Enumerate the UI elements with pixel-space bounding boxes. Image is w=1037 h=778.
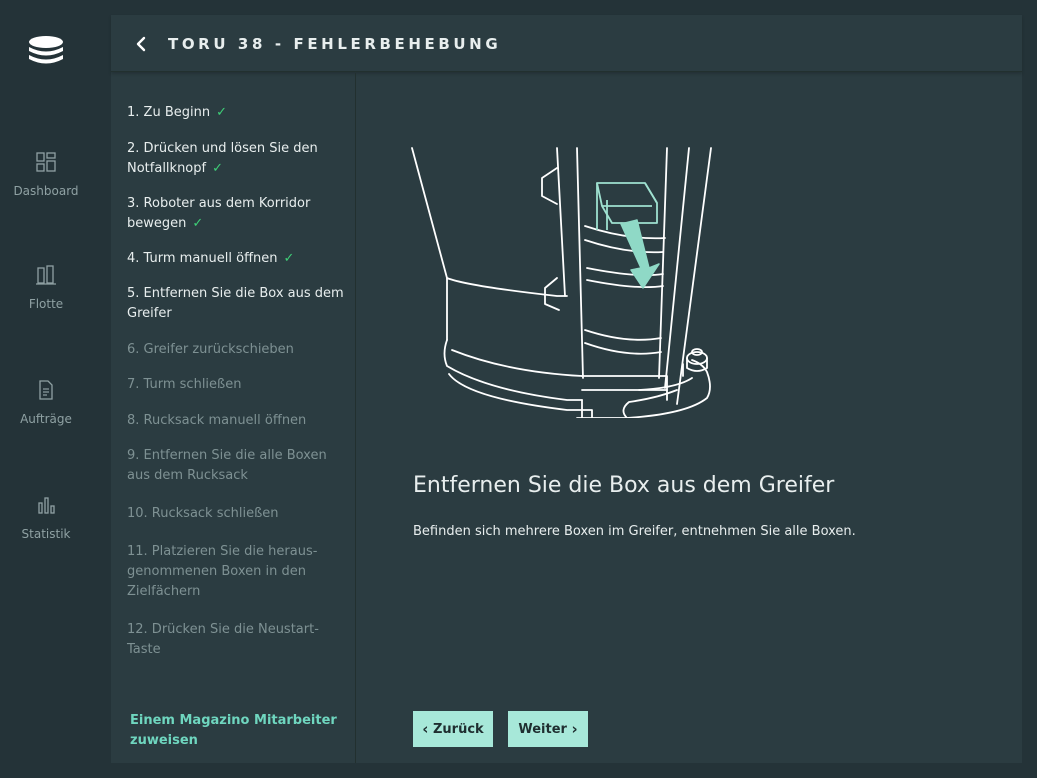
robot-gripper-illustration: [411, 147, 712, 418]
step-item: 12. Drücken Sie die Neustart-Taste: [127, 620, 349, 660]
step-description: Befinden sich mehrere Boxen im Greifer, …: [413, 524, 856, 539]
nav-label-dashboard: Dashboard: [13, 184, 79, 198]
step-item[interactable]: 1. Zu Beginn ✓: [127, 103, 349, 123]
nav-item-dashboard[interactable]: Dashboard: [0, 152, 92, 198]
nav-item-orders[interactable]: Aufträge: [0, 380, 92, 426]
chevron-right-icon: ›: [571, 720, 578, 738]
nav-item-fleet[interactable]: Flotte: [0, 265, 92, 311]
nav-label-orders: Aufträge: [20, 412, 72, 426]
step-label: 1. Zu Beginn: [127, 105, 211, 120]
next-button-label: Weiter: [518, 721, 567, 737]
step-label: 3. Roboter aus dem Korridor bewegen: [127, 196, 311, 231]
checkmark-icon: ✓: [283, 251, 295, 266]
assign-employee-link[interactable]: Einem Magazino Mitarbeiter zuweisen: [130, 711, 340, 751]
dashboard-icon: [36, 152, 56, 172]
checkmark-icon: ✓: [192, 216, 204, 231]
step-label: 7. Turm schließen: [127, 377, 242, 392]
step-title: Entfernen Sie die Box aus dem Greifer: [413, 473, 835, 498]
nav-label-fleet: Flotte: [28, 297, 64, 311]
step-item: 9. Entfernen Sie die alle Boxen aus dem …: [127, 446, 349, 486]
step-label: 6. Greifer zurückschieben: [127, 342, 294, 357]
step-item: 7. Turm schließen: [127, 375, 349, 395]
step-item[interactable]: 4. Turm manuell öffnen ✓: [127, 249, 349, 269]
sidebar-nav: Dashboard Flotte Aufträge Statistik: [0, 0, 92, 778]
panel-header: TORU 38 - FEHLERBEHEBUNG: [111, 15, 1022, 72]
statistics-icon: [38, 497, 55, 514]
orders-icon: [39, 380, 53, 400]
step-content: Entfernen Sie die Box aus dem Greifer Be…: [357, 73, 1022, 763]
fleet-icon: [36, 265, 56, 285]
step-label: 9. Entfernen Sie die alle Boxen aus dem …: [127, 448, 327, 483]
step-item[interactable]: 2. Drücken und lösen Sie den Notfallknop…: [127, 139, 349, 179]
step-item: 6. Greifer zurückschieben: [127, 340, 349, 360]
step-label: 5. Entfernen Sie die Box aus dem Greifer: [127, 286, 344, 321]
step-item[interactable]: 3. Roboter aus dem Korridor bewegen ✓: [127, 194, 349, 234]
step-item: 8. Rucksack manuell öffnen: [127, 411, 349, 431]
step-label: 8. Rucksack manuell öffnen: [127, 413, 307, 428]
step-item: 11. Platzieren Sie die heraus-genommenen…: [127, 542, 349, 602]
nav-item-statistics[interactable]: Statistik: [0, 495, 92, 541]
step-label: 11. Platzieren Sie die heraus-genommenen…: [127, 544, 318, 599]
nav-label-statistics: Statistik: [21, 527, 71, 541]
step-item-current[interactable]: 5. Entfernen Sie die Box aus dem Greifer: [127, 284, 349, 324]
back-button[interactable]: ‹ Zurück: [413, 711, 493, 747]
step-item: 10. Rucksack schließen: [127, 504, 349, 524]
next-button[interactable]: Weiter ›: [508, 711, 588, 747]
step-label: 4. Turm manuell öffnen: [127, 251, 278, 266]
chevron-left-icon: ‹: [422, 720, 429, 738]
checkmark-icon: ✓: [216, 105, 227, 120]
checkmark-icon: ✓: [212, 161, 223, 176]
step-label: 12. Drücken Sie die Neustart-Taste: [127, 622, 319, 657]
magazino-logo-icon[interactable]: [26, 34, 66, 70]
page-title: TORU 38 - FEHLERBEHEBUNG: [168, 35, 502, 53]
back-chevron-icon[interactable]: [131, 33, 151, 55]
steps-list: 1. Zu Beginn ✓ 2. Drücken und lösen Sie d…: [111, 73, 356, 763]
step-label: 10. Rucksack schließen: [127, 506, 279, 521]
back-button-label: Zurück: [433, 721, 484, 737]
troubleshooting-panel: TORU 38 - FEHLERBEHEBUNG 1. Zu Beginn ✓ 2…: [111, 15, 1022, 763]
